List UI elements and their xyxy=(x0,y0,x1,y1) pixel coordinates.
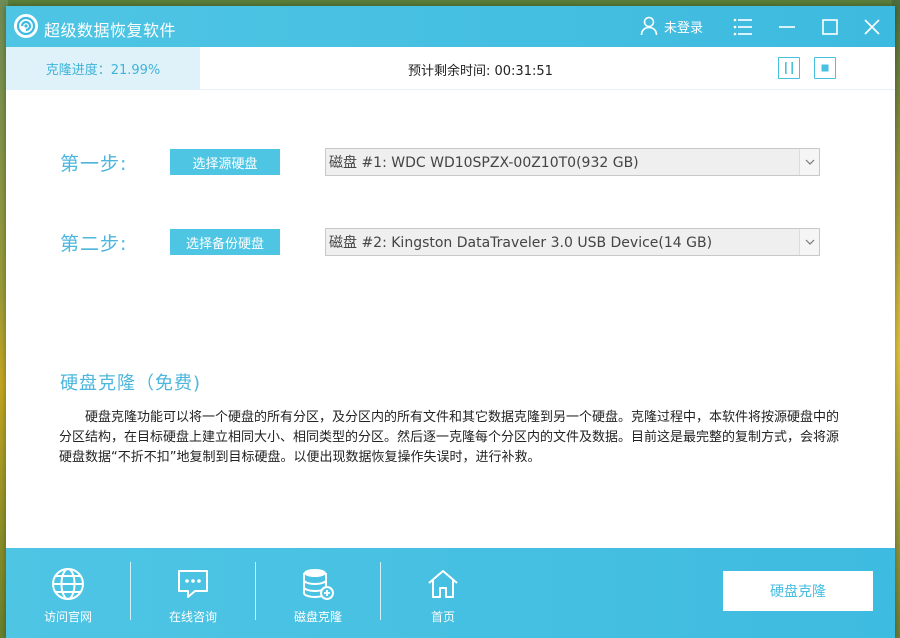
source-disk-select[interactable]: 磁盘 #1: WDC WD10SPZX-00Z10T0(932 GB) xyxy=(325,148,820,176)
nav-home[interactable]: 首页 xyxy=(381,548,505,638)
step-one-label: 第一步: xyxy=(60,153,128,175)
home-icon xyxy=(423,564,463,604)
user-icon xyxy=(640,16,658,36)
select-backup-disk-button[interactable]: 选择备份硬盘 xyxy=(170,229,280,255)
menu-icon xyxy=(733,18,752,36)
database-icon xyxy=(298,564,338,604)
select-source-disk-button[interactable]: 选择源硬盘 xyxy=(170,149,280,175)
login-label: 未登录 xyxy=(664,20,704,36)
title-bar: 超级数据恢复软件 未登录 xyxy=(6,6,895,47)
chat-icon xyxy=(173,564,213,604)
stop-icon xyxy=(821,64,829,72)
maximize-icon xyxy=(822,19,838,35)
nav-label: 磁盘克隆 xyxy=(293,609,342,624)
source-disk-value: 磁盘 #1: WDC WD10SPZX-00Z10T0(932 GB) xyxy=(329,155,639,171)
app-logo-icon xyxy=(14,14,38,38)
nav-online-consult[interactable]: 在线咨询 xyxy=(131,548,255,638)
remaining-time: 预计剩余时间: 00:31:51 xyxy=(408,64,553,79)
section-title: 硬盘克隆（免费) xyxy=(60,373,202,394)
pause-button[interactable] xyxy=(778,57,800,79)
close-button[interactable] xyxy=(859,14,885,40)
backup-disk-value: 磁盘 #2: Kingston DataTraveler 3.0 USB Dev… xyxy=(329,235,713,251)
stop-button[interactable] xyxy=(814,57,836,79)
chevron-down-icon xyxy=(799,229,819,255)
progress-row: 克隆进度：21.99% 预计剩余时间: 00:31:51 xyxy=(6,47,895,90)
pause-icon xyxy=(785,62,793,74)
menu-button[interactable] xyxy=(730,14,756,40)
app-title: 超级数据恢复软件 xyxy=(44,21,177,40)
app-window: 超级数据恢复软件 未登录 克隆进度：21.99% 预计剩余时间: 00:31:5… xyxy=(6,6,895,638)
section-description: 硬盘克隆功能可以将一个硬盘的所有分区，及分区内的所有文件和其它数据克隆到另一个硬… xyxy=(59,410,840,465)
maximize-button[interactable] xyxy=(817,14,843,40)
disk-clone-button[interactable]: 硬盘克隆 xyxy=(723,571,873,611)
close-icon xyxy=(864,19,880,35)
chevron-down-icon xyxy=(799,149,819,175)
bottom-nav-bar: 访问官网 在线咨询 磁盘克隆 首页 硬盘克隆 xyxy=(6,548,895,638)
globe-icon xyxy=(48,564,88,604)
nav-visit-website[interactable]: 访问官网 xyxy=(6,548,130,638)
minimize-button[interactable] xyxy=(774,14,800,40)
login-button[interactable]: 未登录 xyxy=(640,15,703,37)
step-two-label: 第二步: xyxy=(60,233,128,255)
backup-disk-select[interactable]: 磁盘 #2: Kingston DataTraveler 3.0 USB Dev… xyxy=(325,228,820,256)
nav-disk-clone[interactable]: 磁盘克隆 xyxy=(256,548,380,638)
minimize-icon xyxy=(779,26,795,28)
nav-label: 访问官网 xyxy=(43,609,92,624)
nav-label: 在线咨询 xyxy=(168,609,217,624)
clone-progress: 克隆进度：21.99% xyxy=(6,47,200,90)
nav-label: 首页 xyxy=(430,609,455,624)
